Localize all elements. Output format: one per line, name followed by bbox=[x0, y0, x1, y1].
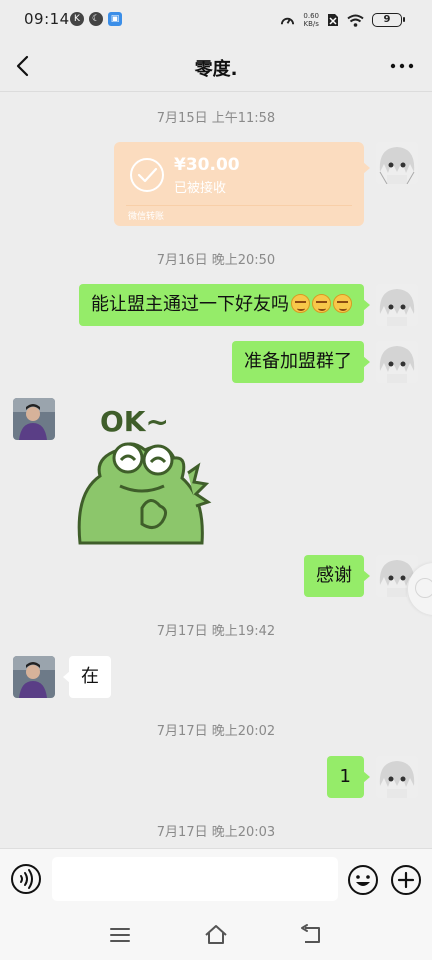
anime-girl-avatar-icon bbox=[376, 756, 418, 798]
message-timestamp: 7月17日 晚上20:02 bbox=[156, 724, 276, 739]
person-photo-avatar-icon bbox=[13, 398, 55, 440]
menu-lines-icon bbox=[110, 928, 130, 942]
chat-header: 零度. bbox=[0, 40, 432, 92]
message-text: 能让盟主通过一下好友吗 bbox=[91, 294, 289, 315]
check-circle-icon bbox=[130, 158, 164, 192]
network-speed: 0.60 KB/s bbox=[303, 12, 319, 28]
message-text: 在 bbox=[81, 666, 99, 687]
transfer-amount: ¥30.00 bbox=[174, 155, 240, 175]
more-functions-button[interactable] bbox=[389, 863, 423, 897]
my-avatar[interactable] bbox=[376, 284, 418, 326]
transfer-card[interactable]: ¥30.00 已被接收 微信转账 bbox=[114, 142, 370, 226]
k-icon: K bbox=[70, 12, 84, 26]
moon-icon: ☾ bbox=[89, 12, 103, 26]
sent-message-bubble[interactable]: 感谢 bbox=[304, 555, 370, 597]
voice-icon bbox=[11, 864, 41, 894]
app-badge-icon: ▣ bbox=[108, 12, 122, 26]
speed-gauge-icon bbox=[281, 17, 295, 24]
sent-message-bubble[interactable]: 能让盟主通过一下好友吗 bbox=[79, 284, 370, 326]
no-sim-icon bbox=[328, 14, 338, 26]
message-timestamp: 7月16日 晚上20:50 bbox=[156, 253, 276, 268]
message-timestamp: 7月17日 晚上20:03 bbox=[156, 825, 276, 840]
message-text: 感谢 bbox=[316, 565, 352, 586]
return-arrow-icon bbox=[301, 924, 320, 943]
back-system-button[interactable] bbox=[299, 922, 325, 948]
message-input[interactable] bbox=[52, 857, 338, 901]
my-avatar[interactable] bbox=[376, 756, 418, 798]
message-text: 1 bbox=[339, 766, 351, 787]
more-dots-icon bbox=[390, 63, 414, 69]
doge-emoji-icon bbox=[312, 294, 331, 313]
message-text: 准备加盟群了 bbox=[244, 351, 352, 372]
received-message-bubble[interactable]: 在 bbox=[63, 656, 111, 698]
anime-girl-avatar-icon bbox=[376, 341, 418, 383]
more-options-button[interactable] bbox=[388, 52, 416, 80]
voice-input-button[interactable] bbox=[10, 863, 42, 895]
person-photo-avatar-icon bbox=[13, 656, 55, 698]
emoji-button[interactable] bbox=[346, 863, 380, 897]
sticker-text: OK~ bbox=[100, 405, 169, 438]
sent-message-bubble[interactable]: 准备加盟群了 bbox=[232, 341, 370, 383]
status-right-group: 0.60 KB/s 9 bbox=[280, 11, 405, 29]
contact-avatar[interactable] bbox=[13, 656, 55, 698]
home-button[interactable] bbox=[203, 922, 229, 948]
transfer-status: 已被接收 bbox=[174, 181, 227, 196]
status-bar: 09:14 K ☾ ▣ 0.60 KB/s 9 bbox=[0, 0, 432, 40]
wifi-icon bbox=[347, 14, 364, 27]
ok-frog-sticker[interactable]: OK~ bbox=[70, 398, 220, 548]
plus-circle-icon bbox=[391, 865, 421, 895]
home-icon bbox=[205, 925, 227, 944]
sent-message-bubble[interactable]: 1 bbox=[326, 756, 371, 798]
message-timestamp: 7月15日 上午11:58 bbox=[156, 111, 276, 126]
page-title: 零度. bbox=[194, 59, 238, 80]
smiley-icon bbox=[348, 865, 378, 895]
menu-button[interactable] bbox=[107, 922, 133, 948]
message-list[interactable]: 7月15日 上午11:58 ¥30.00 已被接收 微信转账 7月16日 晚上2… bbox=[0, 92, 432, 848]
anime-girl-avatar-icon bbox=[376, 284, 418, 326]
transfer-footer-label: 微信转账 bbox=[128, 212, 165, 222]
divider bbox=[126, 205, 352, 206]
my-avatar[interactable] bbox=[376, 142, 418, 184]
message-timestamp: 7月17日 晚上19:42 bbox=[156, 624, 276, 639]
doge-emoji-icon bbox=[291, 294, 310, 313]
frog-ok-sticker-icon: OK~ bbox=[77, 405, 212, 545]
status-time: 09:14 bbox=[24, 10, 70, 28]
contact-avatar[interactable] bbox=[13, 398, 55, 440]
input-bar bbox=[0, 848, 432, 910]
system-navigation-bar bbox=[0, 910, 432, 960]
my-avatar[interactable] bbox=[376, 341, 418, 383]
doge-emoji-icon bbox=[333, 294, 352, 313]
anime-girl-avatar-icon bbox=[376, 142, 418, 184]
battery-icon: 9 bbox=[372, 13, 405, 27]
